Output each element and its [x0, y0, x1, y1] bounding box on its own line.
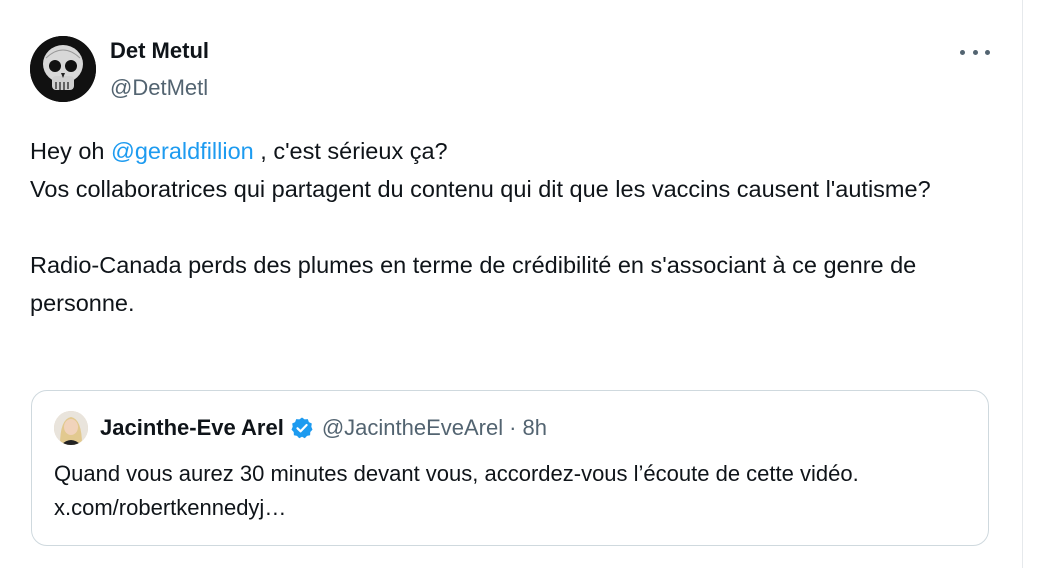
- tweet-text: Hey oh @geraldfillion , c'est sérieux ça…: [30, 132, 1005, 322]
- verified-badge-icon[interactable]: [290, 416, 314, 440]
- person-avatar-image: [54, 411, 88, 445]
- mention-link[interactable]: @geraldfillion: [111, 138, 254, 164]
- tweet-line-1: Hey oh @geraldfillion , c'est sérieux ça…: [30, 132, 1005, 170]
- quote-timestamp[interactable]: 8h: [522, 415, 546, 441]
- author-avatar[interactable]: [30, 36, 96, 102]
- column-divider: [1022, 0, 1023, 568]
- quote-author-avatar[interactable]: [54, 411, 88, 445]
- tweet-text-suffix: , c'est sérieux ça?: [253, 138, 448, 164]
- dot: [960, 49, 965, 55]
- skull-avatar-image: [30, 36, 96, 102]
- author-handle[interactable]: @DetMetl: [110, 75, 208, 101]
- author-name[interactable]: Det Metul: [110, 38, 209, 64]
- dot: [972, 49, 978, 55]
- tweet-line-2: Vos collaboratrices qui partagent du con…: [30, 176, 931, 202]
- tweet-line-3: Radio-Canada perds des plumes en terme d…: [30, 252, 917, 316]
- separator-dot: ·: [509, 415, 517, 440]
- more-horizontal-icon[interactable]: [960, 40, 990, 64]
- quote-text: Quand vous aurez 30 minutes devant vous,…: [54, 461, 859, 520]
- quote-header: Jacinthe-Eve Arel @JacintheEveArel · 8h: [100, 415, 547, 441]
- dot: [985, 49, 990, 55]
- quote-author-handle[interactable]: @JacintheEveArel: [322, 415, 503, 441]
- tweet-text-prefix: Hey oh: [30, 138, 111, 164]
- quoted-tweet-card[interactable]: Jacinthe-Eve Arel @JacintheEveArel · 8h …: [31, 390, 989, 546]
- quote-author-name[interactable]: Jacinthe-Eve Arel: [100, 415, 284, 441]
